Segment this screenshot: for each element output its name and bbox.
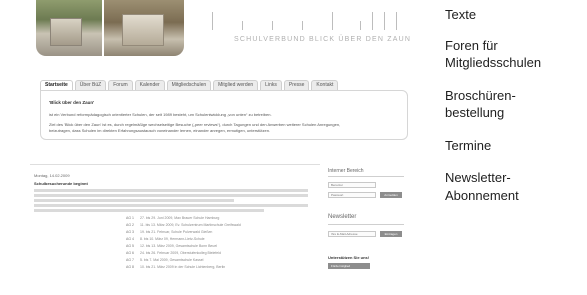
- article-title: Schulbesucherunde beginnt: [34, 181, 88, 186]
- newsletter-heading: Newsletter: [328, 214, 357, 220]
- menu-item-broschueren[interactable]: Broschüren-: [445, 88, 516, 104]
- tab-ueber-buez[interactable]: Über BüZ: [74, 80, 107, 90]
- subscribe-button[interactable]: Eintragen: [380, 231, 402, 237]
- schedule-row: AG 2 11. bis 13. März 2009, Ev. Schulzent…: [126, 223, 241, 227]
- intro-text-1: ist ein Verbund reformpädagogisch orient…: [49, 112, 272, 117]
- website-screenshot: SCHULVERBUND BLICK ÜBER DEN ZAUN Startse…: [0, 0, 420, 295]
- login-button[interactable]: Anmelden: [380, 192, 402, 198]
- divider: [328, 224, 404, 225]
- menu-item-termine[interactable]: Termine: [445, 138, 491, 154]
- article-text-line: [34, 199, 234, 202]
- support-text: Unterstützen Sie uns!: [328, 255, 370, 260]
- tab-startseite[interactable]: Startseite: [40, 80, 73, 90]
- tab-forum[interactable]: Forum: [108, 80, 133, 90]
- tab-mitglied-werden[interactable]: Mitglied werden: [213, 80, 259, 90]
- intro-title: 'Blick über den Zaun': [49, 100, 95, 105]
- article-text-line: [34, 194, 308, 197]
- schedule-row: AG 7 5. bis 7. Mai 2009, Gesamtschule Kas…: [126, 258, 204, 262]
- brand-title: SCHULVERBUND BLICK ÜBER DEN ZAUN: [234, 36, 412, 43]
- header-photo-right: [104, 0, 184, 56]
- tab-links[interactable]: Links: [260, 80, 282, 90]
- article-text-line: [34, 189, 308, 192]
- sidebar: Interner Bereich Benutzer Passwort Anmel…: [326, 164, 406, 284]
- menu-item-texte[interactable]: Texte: [445, 7, 476, 23]
- tab-mitgliedschulen[interactable]: Mitgliedschulen: [166, 80, 212, 90]
- menu-item-newsletter[interactable]: Newsletter-: [445, 170, 511, 186]
- decorative-fence-lines: [208, 12, 408, 30]
- menu-item-foren[interactable]: Foren für: [445, 38, 498, 54]
- schedule-row: AG 6 24. bis 26. Februar 2009, Oberstufen…: [126, 251, 221, 255]
- schedule-row: AG 4 8. bis 10. März 09, Hermann-Lietz-Sc…: [126, 237, 205, 241]
- intro-box: 'Blick über den Zaun' ist ein Verbund re…: [40, 90, 408, 140]
- intro-text-3: beizutragen, dass Schulen im direkten Er…: [49, 128, 271, 133]
- divider: [328, 176, 404, 177]
- schedule-row: AG 1 27. bis 29. Juni 2009, Max Brauer Sc…: [126, 216, 220, 220]
- article-text-line: [34, 204, 308, 207]
- article-text-line: [34, 209, 264, 212]
- article-date: Montag, 14.02.2009: [34, 173, 70, 178]
- side-menu: Texte Foren für Mitgliedsschulen Broschü…: [445, 0, 587, 295]
- username-input[interactable]: Benutzer: [328, 182, 376, 188]
- tab-kontakt[interactable]: Kontakt: [311, 80, 339, 90]
- schedule-row: AG 3 19. bis 21. Februar, Schule Pulverwa…: [126, 230, 213, 234]
- menu-item-broschueren-cont[interactable]: bestellung: [445, 105, 504, 121]
- support-button[interactable]: Fördermitglied: [328, 263, 370, 269]
- intro-text-2: Ziel des 'Blick über den Zaun' ist es, d…: [49, 122, 341, 127]
- main-content: Montag, 14.02.2009 Schulbesucherunde beg…: [30, 164, 320, 284]
- newsletter-email-input[interactable]: Ihre E-Mail-Adresse: [328, 231, 376, 237]
- schedule-row: AG 5 12. bis 13. März 2009, Gesamtschule …: [126, 244, 218, 248]
- menu-item-foren-cont[interactable]: Mitgliedsschulen: [445, 55, 541, 71]
- schedule-row: AG 8 10. bis 21. März 2009 in der Schule …: [126, 265, 226, 269]
- main-navigation: Startseite Über BüZ Forum Kalender Mitgl…: [40, 80, 339, 90]
- tab-presse[interactable]: Presse: [283, 80, 310, 90]
- menu-item-newsletter-cont[interactable]: Abonnement: [445, 188, 519, 204]
- header-photo-left: [36, 0, 102, 56]
- tab-kalender[interactable]: Kalender: [134, 80, 165, 90]
- login-heading: Interner Bereich: [328, 168, 364, 174]
- password-input[interactable]: Passwort: [328, 192, 376, 198]
